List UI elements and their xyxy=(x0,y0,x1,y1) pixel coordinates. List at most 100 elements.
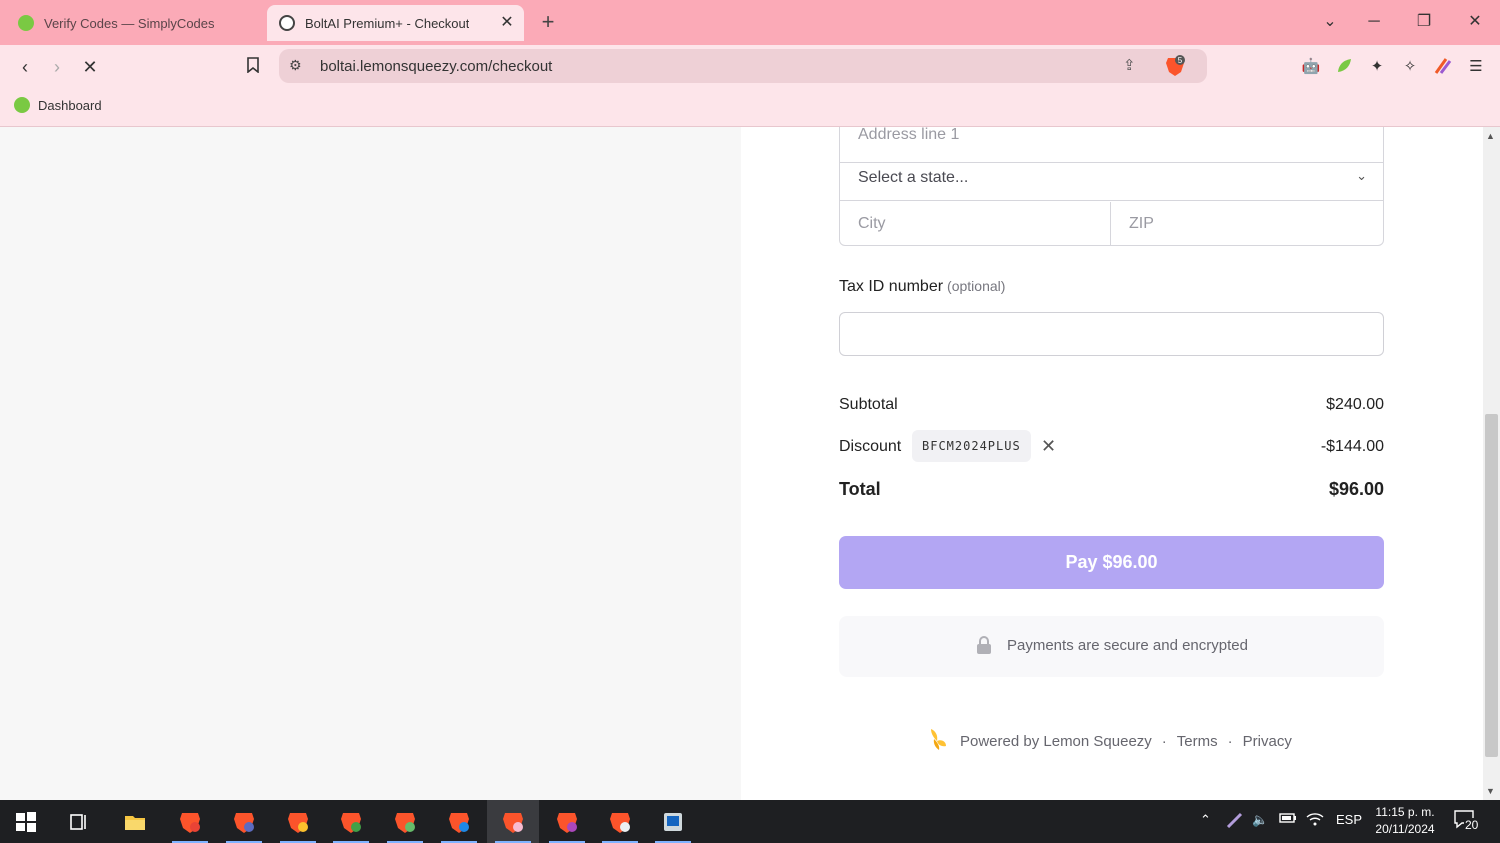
zip-placeholder: ZIP xyxy=(1129,215,1154,232)
extension-leaf-icon[interactable] xyxy=(1334,57,1354,77)
brave-shields-icon[interactable]: 5 xyxy=(1164,55,1186,77)
brave-browser-icon[interactable] xyxy=(594,800,646,843)
stop-loading-icon[interactable]: ✕ xyxy=(78,55,102,79)
minimize-window-button[interactable]: ─ xyxy=(1362,10,1386,34)
site-settings-icon[interactable]: ⚙ xyxy=(289,57,307,75)
show-hidden-icons-chevron-up-icon[interactable]: ⌃ xyxy=(1200,812,1211,828)
start-windows-icon[interactable] xyxy=(0,800,52,843)
brave-browser-icon[interactable] xyxy=(325,800,377,843)
extension-robot-icon[interactable]: 🤖 xyxy=(1301,57,1321,77)
tab-strip: Verify Codes — SimplyCodes BoltAI Premiu… xyxy=(0,0,1500,45)
battery-icon[interactable] xyxy=(1279,812,1297,827)
menu-hamburger-icon[interactable]: ☰ xyxy=(1466,57,1486,77)
tab-title: Verify Codes — SimplyCodes xyxy=(44,15,215,31)
simplycodes-favicon-icon xyxy=(18,15,34,31)
brave-browser-icon[interactable] xyxy=(164,800,216,843)
scroll-down-arrow-icon[interactable]: ▼ xyxy=(1486,786,1495,796)
remove-discount-close-icon[interactable]: ✕ xyxy=(1041,436,1056,457)
brave-browser-icon[interactable] xyxy=(218,800,270,843)
url-text[interactable]: boltai.lemonsqueezy.com/checkout xyxy=(320,58,552,75)
pay-button[interactable]: Pay $96.00 xyxy=(839,536,1384,589)
task-view-icon[interactable] xyxy=(53,800,105,843)
chevron-down-icon: ⌄ xyxy=(1356,168,1367,183)
input-language-indicator[interactable]: ESP xyxy=(1336,812,1362,827)
bookmark-label: Dashboard xyxy=(38,97,102,113)
bookmark-icon[interactable] xyxy=(241,55,265,79)
discount-row: Discount BFCM2024PLUS ✕ -$144.00 xyxy=(839,430,1384,462)
subtotal-label: Subtotal xyxy=(839,396,898,413)
tax-id-optional: (optional) xyxy=(947,278,1006,294)
shields-count-badge: 5 xyxy=(1178,56,1183,65)
close-window-button[interactable]: ✕ xyxy=(1463,10,1487,34)
total-label: Total xyxy=(839,479,881,499)
checkout-form-panel: Address line 1 Select a state... ⌄ City … xyxy=(741,127,1483,800)
brave-browser-active-icon[interactable] xyxy=(487,800,539,843)
windows-taskbar: ⌃ 🔈 ESP 11:15 p. m. 20/11/2024 20 xyxy=(0,800,1500,843)
extension-stripes-icon[interactable] xyxy=(1433,57,1453,77)
leo-ai-icon[interactable]: ✧ xyxy=(1400,57,1420,77)
extensions-puzzle-icon[interactable]: ✦ xyxy=(1367,57,1387,77)
restore-window-button[interactable]: ❐ xyxy=(1412,10,1436,34)
back-arrow-icon[interactable]: ‹ xyxy=(13,55,37,79)
app-window-icon[interactable] xyxy=(647,800,699,843)
secure-payments-notice: Payments are secure and encrypted xyxy=(839,616,1384,677)
clock-time: 11:15 p. m. xyxy=(1375,805,1435,819)
address-line1-placeholder: Address line 1 xyxy=(858,127,960,143)
lemon-squeezy-logo-icon xyxy=(928,727,948,755)
secure-payments-text: Payments are secure and encrypted xyxy=(1007,637,1248,654)
subtotal-row: Subtotal $240.00 xyxy=(839,396,1384,414)
checkout-footer: Powered by Lemon Squeezy · Terms · Priva… xyxy=(928,727,1292,755)
tab-verify-codes[interactable]: Verify Codes — SimplyCodes xyxy=(8,5,260,41)
subtotal-value: $240.00 xyxy=(1326,396,1384,413)
city-field[interactable]: City xyxy=(840,202,1111,246)
footer-separator: · xyxy=(1161,732,1167,750)
page-viewport: Address line 1 Select a state... ⌄ City … xyxy=(0,127,1483,800)
lock-icon xyxy=(976,636,992,654)
tax-id-label-text: Tax ID number xyxy=(839,278,944,295)
powered-by-text: Powered by Lemon Squeezy xyxy=(960,732,1152,750)
discount-label: Discount xyxy=(839,438,902,455)
page-scrollbar[interactable]: ▲ ▼ xyxy=(1483,127,1500,800)
dashboard-favicon-icon xyxy=(14,97,30,113)
scroll-up-arrow-icon[interactable]: ▲ xyxy=(1486,131,1495,141)
tax-id-label: Tax ID number (optional) xyxy=(839,278,1005,296)
footer-separator: · xyxy=(1227,732,1233,750)
tab-boltai-checkout[interactable]: BoltAI Premium+ - Checkout ✕ xyxy=(267,5,524,41)
state-select[interactable]: Select a state... ⌄ xyxy=(840,156,1383,201)
forward-arrow-icon[interactable]: › xyxy=(45,55,69,79)
state-select-value: Select a state... xyxy=(858,169,969,186)
discount-code-badge: BFCM2024PLUS xyxy=(912,430,1031,462)
terms-link[interactable]: Terms xyxy=(1177,733,1218,750)
tax-id-input[interactable] xyxy=(839,312,1384,356)
file-explorer-icon[interactable] xyxy=(109,800,161,843)
bookmarks-bar: Dashboard xyxy=(0,89,1500,127)
brave-browser-icon[interactable] xyxy=(272,800,324,843)
share-icon[interactable]: ⇪ xyxy=(1123,56,1143,76)
new-tab-button[interactable]: + xyxy=(537,10,559,34)
notification-center-icon[interactable]: 20 xyxy=(1454,810,1480,832)
browser-toolbar: ‹ › ✕ ⚙ boltai.lemonsqueezy.com/checkout… xyxy=(0,45,1500,89)
boltai-favicon-icon xyxy=(279,15,295,31)
tray-pen-icon[interactable] xyxy=(1226,812,1244,831)
notification-count-badge: 20 xyxy=(1464,818,1480,832)
city-placeholder: City xyxy=(858,215,886,232)
scrollbar-thumb[interactable] xyxy=(1485,414,1498,757)
volume-speaker-icon[interactable]: 🔈 xyxy=(1252,812,1268,828)
total-row: Total $96.00 xyxy=(839,479,1384,500)
privacy-link[interactable]: Privacy xyxy=(1243,733,1292,750)
tab-title: BoltAI Premium+ - Checkout xyxy=(305,15,470,31)
address-bar[interactable]: ⚙ boltai.lemonsqueezy.com/checkout ⇪ 5 xyxy=(279,49,1207,83)
brave-browser-icon[interactable] xyxy=(433,800,485,843)
total-value: $96.00 xyxy=(1328,479,1384,499)
wifi-network-icon[interactable] xyxy=(1306,812,1324,829)
discount-value: -$144.00 xyxy=(1320,438,1384,455)
brave-browser-icon[interactable] xyxy=(541,800,593,843)
bookmark-dashboard[interactable]: Dashboard xyxy=(14,97,102,113)
clock-date: 20/11/2024 xyxy=(1375,822,1435,836)
brave-browser-icon[interactable] xyxy=(379,800,431,843)
system-clock[interactable]: 11:15 p. m. 20/11/2024 xyxy=(1368,804,1442,838)
zip-field[interactable]: ZIP xyxy=(1111,202,1383,246)
billing-address-group: Address line 1 Select a state... ⌄ City … xyxy=(839,127,1384,246)
tab-search-chevron-down-icon[interactable]: ⌄ xyxy=(1318,10,1342,34)
close-tab-icon[interactable]: ✕ xyxy=(498,14,516,32)
